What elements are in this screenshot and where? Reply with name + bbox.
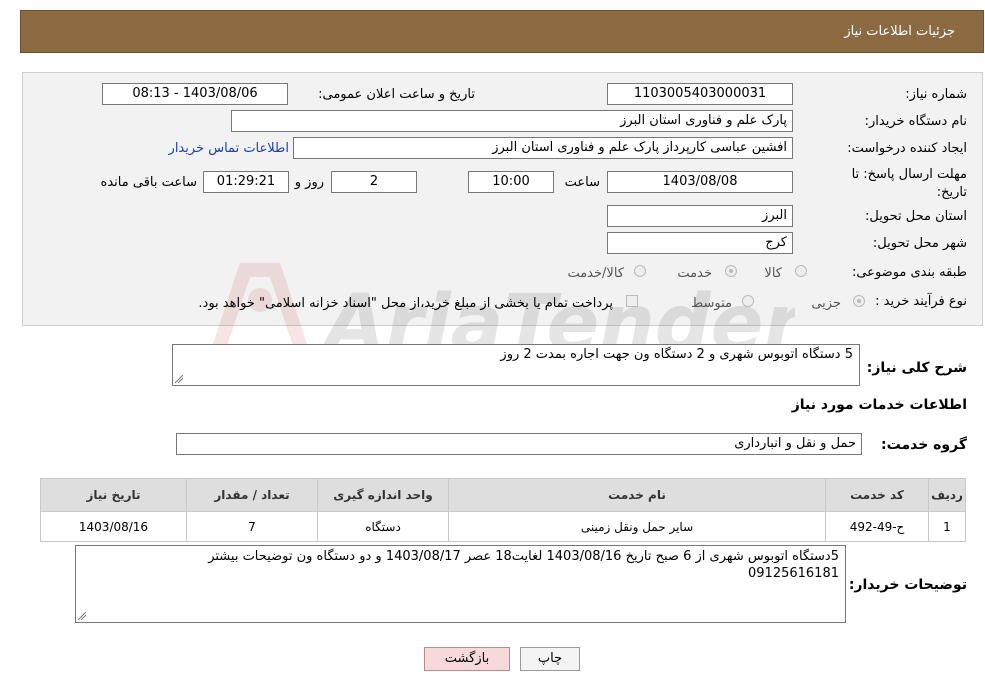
province-label: استان محل تحویل: bbox=[865, 209, 967, 224]
category-radio-goods[interactable] bbox=[795, 265, 807, 277]
col-need-date: تاریخ نیاز bbox=[40, 478, 187, 512]
col-service-code: کد خدمت bbox=[825, 478, 929, 512]
need-number-label: شماره نیاز: bbox=[905, 87, 967, 102]
service-group-label: گروه خدمت: bbox=[881, 437, 967, 453]
buyer-notes-textarea[interactable]: 5دستگاه اتوبوس شهری از 6 صبح تاریخ 1403/… bbox=[75, 545, 846, 623]
col-service-name: نام خدمت bbox=[448, 478, 826, 512]
category-label: طبقه بندی موضوعی: bbox=[851, 265, 967, 280]
remaining-label: ساعت باقی مانده bbox=[100, 175, 197, 190]
category-option-goods: کالا bbox=[764, 266, 782, 281]
summary-text: 5 دستگاه اتوبوس شهری و 2 دستگاه ون جهت ا… bbox=[500, 347, 853, 362]
col-unit: واحد اندازه گیری bbox=[317, 478, 449, 512]
deadline-time-label: ساعت bbox=[564, 175, 600, 190]
cell-quantity: 7 bbox=[186, 511, 318, 542]
buyer-org-field: پارک علم و فناوری استان البرز bbox=[231, 110, 793, 132]
col-quantity: تعداد / مقدار bbox=[186, 478, 318, 512]
days-field: 2 bbox=[331, 171, 417, 193]
deadline-date-field: 1403/08/08 bbox=[607, 171, 793, 193]
cell-unit: دستگاه bbox=[317, 511, 449, 542]
creator-label: ایجاد کننده درخواست: bbox=[847, 141, 967, 156]
table-row[interactable]: 1 ح-49-492 سایر حمل ونقل زمینی دستگاه 7 … bbox=[40, 511, 966, 542]
purchase-radio-medium[interactable] bbox=[742, 295, 754, 307]
table-header-row: ردیف کد خدمت نام خدمت واحد اندازه گیری ت… bbox=[40, 478, 966, 512]
city-field: کرج bbox=[607, 232, 793, 254]
cell-service-code: ح-49-492 bbox=[825, 511, 929, 542]
category-radio-both[interactable] bbox=[634, 265, 646, 277]
buyer-contact-link[interactable]: اطلاعات تماس خریدار bbox=[169, 141, 289, 156]
deadline-time-field: 10:00 bbox=[468, 171, 554, 193]
resize-grip-icon[interactable] bbox=[78, 612, 86, 620]
cell-need-date: 1403/08/16 bbox=[40, 511, 187, 542]
creator-field: افشین عباسی کارپرداز پارک علم و فناوری ا… bbox=[293, 137, 793, 159]
announce-label: تاریخ و ساعت اعلان عمومی: bbox=[318, 87, 475, 102]
treasury-checkbox[interactable] bbox=[626, 295, 638, 307]
page-header: جزئیات اطلاعات نیاز bbox=[20, 10, 984, 53]
purchase-option-medium: متوسط bbox=[691, 296, 732, 311]
back-button[interactable]: بازگشت bbox=[424, 647, 510, 671]
cell-row-number: 1 bbox=[928, 511, 966, 542]
services-section-title: اطلاعات خدمات مورد نیاز bbox=[791, 397, 967, 413]
category-option-service: خدمت bbox=[677, 266, 712, 281]
city-label: شهر محل تحویل: bbox=[872, 236, 967, 251]
category-radio-service[interactable] bbox=[725, 265, 737, 277]
purchase-radio-minor[interactable] bbox=[853, 295, 865, 307]
need-number-field: 1103005403000031 bbox=[607, 83, 793, 105]
purchase-type-label: نوع فرآیند خرید : bbox=[875, 294, 967, 309]
purchase-option-minor: جزیی bbox=[811, 296, 841, 311]
resize-grip-icon[interactable] bbox=[175, 375, 183, 383]
days-label: روز و bbox=[294, 175, 324, 190]
col-row-number: ردیف bbox=[928, 478, 966, 512]
category-option-both: کالا/خدمت bbox=[567, 266, 624, 281]
province-field: البرز bbox=[607, 205, 793, 227]
print-button[interactable]: چاپ bbox=[520, 647, 580, 671]
remaining-time-field: 01:29:21 bbox=[203, 171, 289, 193]
summary-textarea[interactable]: 5 دستگاه اتوبوس شهری و 2 دستگاه ون جهت ا… bbox=[172, 344, 860, 386]
cell-service-name: سایر حمل ونقل زمینی bbox=[448, 511, 826, 542]
summary-label: شرح کلی نیاز: bbox=[866, 360, 967, 376]
deadline-label: مهلت ارسال پاسخ: تا تاریخ: bbox=[851, 167, 967, 200]
page-title: جزئیات اطلاعات نیاز bbox=[844, 24, 955, 39]
buyer-org-label: نام دستگاه خریدار: bbox=[864, 114, 967, 129]
buyer-notes-line-2: 09125616181 bbox=[748, 566, 839, 581]
announce-field: 1403/08/06 - 08:13 bbox=[102, 83, 288, 105]
buyer-notes-line-1: 5دستگاه اتوبوس شهری از 6 صبح تاریخ 1403/… bbox=[208, 549, 839, 564]
service-group-field: حمل و نقل و انبارداری bbox=[176, 433, 862, 455]
buyer-notes-label: توضیحات خریدار: bbox=[848, 577, 967, 593]
payment-note: پرداخت تمام یا بخشی از مبلغ خرید،از محل … bbox=[198, 296, 613, 311]
services-table: ردیف کد خدمت نام خدمت واحد اندازه گیری ت… bbox=[40, 478, 966, 542]
